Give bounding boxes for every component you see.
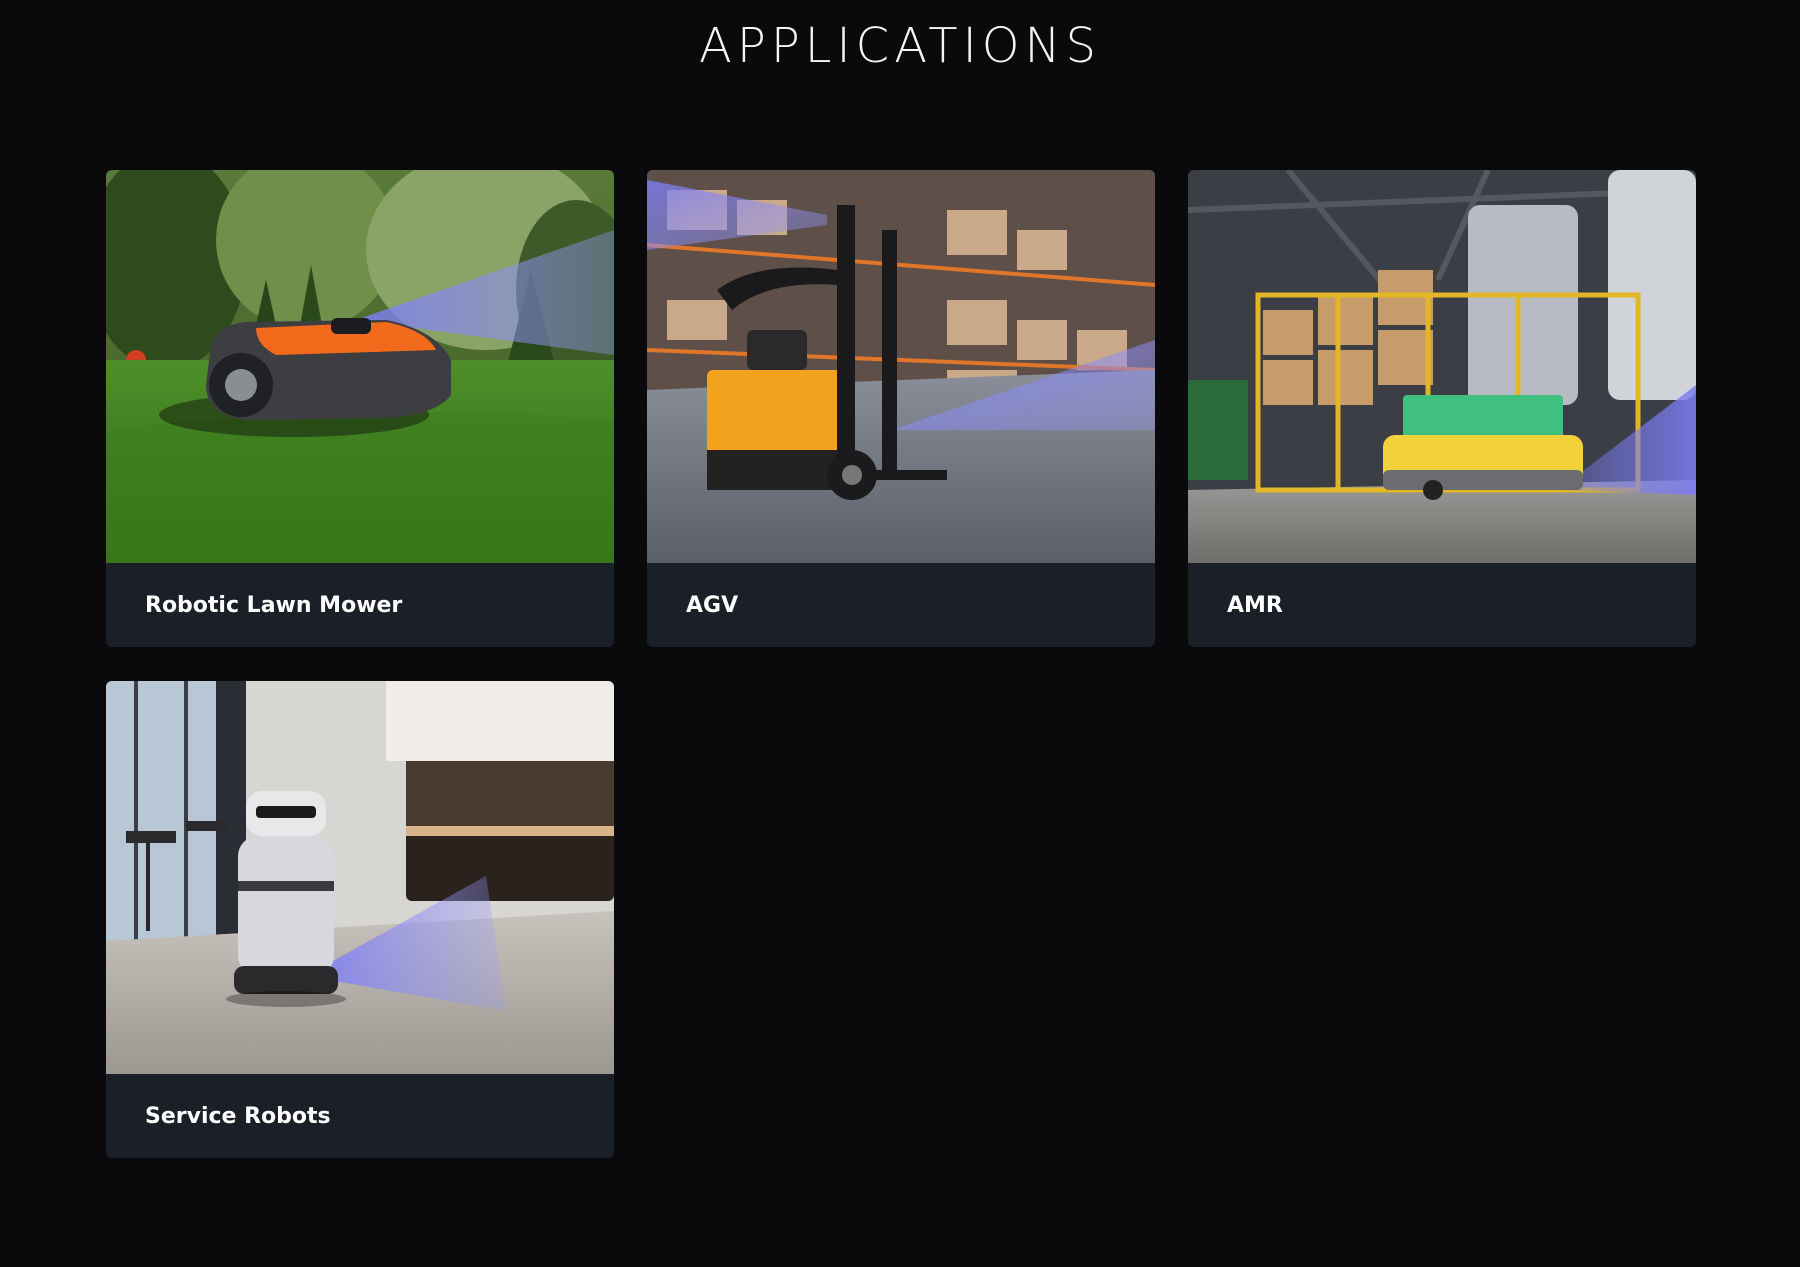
agv-forklift-image — [647, 170, 1155, 563]
page-title: APPLICATIONS — [699, 18, 1101, 74]
card-label: AGV — [647, 563, 1155, 647]
card-label: Service Robots — [106, 1074, 614, 1158]
amr-image — [1188, 170, 1696, 563]
lawn-mower-image — [106, 170, 614, 563]
application-card-agv[interactable]: AGV — [647, 170, 1155, 647]
application-card-amr[interactable]: AMR — [1188, 170, 1696, 647]
service-robot-image — [106, 681, 614, 1074]
applications-page: APPLICATIONS Robotic Lawn Mower AGV AMR … — [0, 0, 1800, 1267]
application-card-lawn-mower[interactable]: Robotic Lawn Mower — [106, 170, 614, 647]
card-label: AMR — [1188, 563, 1696, 647]
application-card-service-robots[interactable]: Service Robots — [106, 681, 614, 1158]
card-label: Robotic Lawn Mower — [106, 563, 614, 647]
